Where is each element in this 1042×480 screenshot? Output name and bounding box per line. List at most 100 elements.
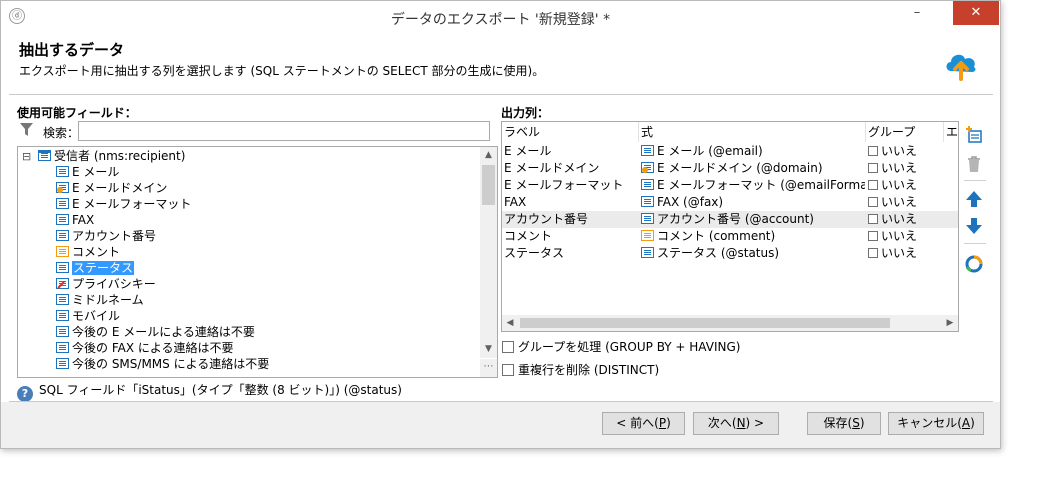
column-header-expression[interactable]: 式 — [639, 122, 866, 142]
toolbar-separator — [964, 243, 986, 244]
tree-item[interactable]: 今後の SMS/MMS による連絡は不要 — [56, 356, 269, 372]
grid-cell-label: E メール — [504, 144, 552, 158]
save-button-label: 保存( — [823, 416, 853, 430]
tree-item-label: E メールフォーマット — [72, 197, 192, 211]
page-subtitle: エクスポート用に抽出する列を選択します (SQL ステートメントの SELECT… — [19, 64, 545, 78]
tree-item[interactable]: E メールドメイン — [56, 180, 167, 196]
minimize-button[interactable]: – — [894, 1, 940, 25]
group-by-option[interactable]: グループを処理 (GROUP BY + HAVING) — [502, 338, 740, 355]
add-column-icon[interactable] — [965, 125, 983, 143]
column-header-group[interactable]: グループ — [866, 122, 944, 142]
filter-icon — [20, 123, 33, 136]
group-value: いいえ — [881, 212, 918, 226]
back-button-key: P — [658, 416, 667, 430]
group-checkbox[interactable] — [868, 146, 878, 156]
scroll-right-icon[interactable]: ▶ — [942, 315, 958, 331]
cloud-upload-icon — [946, 54, 976, 81]
grid-cell-group[interactable]: いいえ — [868, 177, 943, 194]
field-icon — [56, 309, 72, 323]
grid-cell-group[interactable]: いいえ — [868, 228, 943, 245]
grid-cell-group[interactable]: いいえ — [868, 194, 943, 211]
column-header-label[interactable]: ラベル — [502, 122, 639, 142]
next-button-label: 次へ( — [707, 416, 737, 430]
grid-row[interactable]: FAX FAX (@fax) いいえ — [502, 194, 958, 211]
tree-item[interactable]: モバイル — [56, 308, 120, 324]
expression-text: アカウント番号 (@account) — [657, 212, 814, 226]
back-button[interactable]: < 前へ(P) — [602, 412, 685, 435]
next-button[interactable]: 次へ(N) > — [693, 412, 779, 435]
tree-item[interactable]: FAX — [56, 212, 94, 228]
computed-field-icon — [641, 161, 657, 175]
next-button-key: N — [736, 416, 746, 430]
grid-cell-group[interactable]: いいえ — [868, 211, 943, 228]
tree-root-item[interactable]: ⊟ 受信者 (nms:recipient) — [22, 148, 185, 164]
help-icon: ? — [17, 386, 33, 402]
grid-cell-label: FAX — [504, 195, 527, 209]
grid-row[interactable]: コメント コメント (comment) いいえ — [502, 228, 958, 245]
search-input[interactable] — [78, 121, 490, 141]
tree-item[interactable]: プライバシキー — [56, 276, 156, 292]
cancel-button[interactable]: キャンセル(A) — [888, 412, 984, 435]
group-checkbox[interactable] — [868, 180, 878, 190]
move-down-icon[interactable] — [965, 217, 983, 235]
back-button-label: < 前へ( — [616, 416, 659, 430]
output-columns-grid[interactable]: ラベル 式 グループ エ E メール E メール (@email) いいえ E メール… — [501, 121, 959, 332]
grid-cell-group[interactable]: いいえ — [868, 143, 943, 160]
tree-item[interactable]: コメント — [56, 244, 120, 260]
grid-row[interactable]: E メールフォーマット E メールフォーマット (@emailFormat) いいえ — [502, 177, 958, 194]
memo-field-icon — [56, 245, 72, 259]
tree-item[interactable]: ミドルネーム — [56, 292, 144, 308]
column-header-extra[interactable]: エ — [944, 122, 958, 142]
tree-item[interactable]: ステータス — [56, 260, 135, 276]
group-checkbox[interactable] — [868, 231, 878, 241]
computed-field-icon — [56, 181, 72, 195]
cancel-button-label: キャンセル( — [897, 416, 962, 430]
distribution-icon[interactable] — [965, 255, 983, 273]
tree-item[interactable]: アカウント番号 — [56, 228, 156, 244]
group-by-label: グループを処理 (GROUP BY + HAVING) — [518, 340, 741, 354]
group-value: いいえ — [881, 246, 918, 260]
move-up-icon[interactable] — [965, 190, 983, 208]
distinct-label: 重複行を削除 (DISTINCT) — [518, 363, 660, 377]
resize-grip-icon[interactable]: ⋯ — [480, 359, 497, 377]
grid-row[interactable]: ステータス ステータス (@status) いいえ — [502, 245, 958, 262]
group-checkbox[interactable] — [868, 248, 878, 258]
grid-row[interactable]: アカウント番号 アカウント番号 (@account) いいえ — [502, 211, 958, 228]
grid-cell-expression: アカウント番号 (@account) — [641, 211, 865, 228]
next-button-suffix: ) > — [745, 416, 765, 430]
close-button[interactable]: ✕ — [953, 1, 999, 25]
distinct-option[interactable]: 重複行を削除 (DISTINCT) — [502, 361, 659, 378]
grid-cell-label: コメント — [504, 229, 553, 243]
group-checkbox[interactable] — [868, 197, 878, 207]
scroll-down-icon[interactable]: ▼ — [480, 341, 497, 358]
grid-cell-group[interactable]: いいえ — [868, 245, 943, 262]
group-value: いいえ — [881, 229, 918, 243]
field-tree[interactable]: ⊟ 受信者 (nms:recipient) E メール E メールドメイン E メールフ… — [17, 146, 498, 378]
save-button[interactable]: 保存(S) — [807, 412, 881, 435]
grid-row[interactable]: E メールドメイン E メールドメイン (@domain) いいえ — [502, 160, 958, 177]
tree-item[interactable]: 今後の FAX による連絡は不要 — [56, 340, 234, 356]
tree-item[interactable]: E メール — [56, 164, 119, 180]
scroll-up-icon[interactable]: ▲ — [480, 147, 497, 164]
tree-item[interactable]: 今後の E メールによる連絡は不要 — [56, 324, 255, 340]
collapse-icon[interactable]: ⊟ — [22, 149, 34, 165]
group-checkbox[interactable] — [868, 214, 878, 224]
tree-scroll-thumb[interactable] — [482, 165, 495, 205]
field-icon — [56, 341, 72, 355]
grid-scroll-thumb[interactable] — [520, 318, 890, 328]
group-value: いいえ — [881, 161, 918, 175]
status-text: SQL フィールド「iStatus」(タイプ「整数 (8 ビット)」) (@st… — [39, 383, 402, 397]
distinct-checkbox[interactable] — [502, 364, 514, 376]
field-icon — [56, 357, 72, 371]
grid-hscrollbar[interactable]: ◀ ▶ — [502, 315, 958, 331]
group-by-checkbox[interactable] — [502, 341, 514, 353]
grid-row[interactable]: E メール E メール (@email) いいえ — [502, 143, 958, 160]
tree-item[interactable]: E メールフォーマット — [56, 196, 191, 212]
scroll-left-icon[interactable]: ◀ — [502, 315, 518, 331]
expression-text: ステータス (@status) — [657, 246, 780, 260]
tree-scrollbar[interactable]: ▲ ▼ — [480, 147, 497, 358]
toolbar-separator — [964, 180, 986, 181]
group-checkbox[interactable] — [868, 163, 878, 173]
grid-cell-group[interactable]: いいえ — [868, 160, 943, 177]
delete-icon[interactable] — [965, 155, 983, 173]
